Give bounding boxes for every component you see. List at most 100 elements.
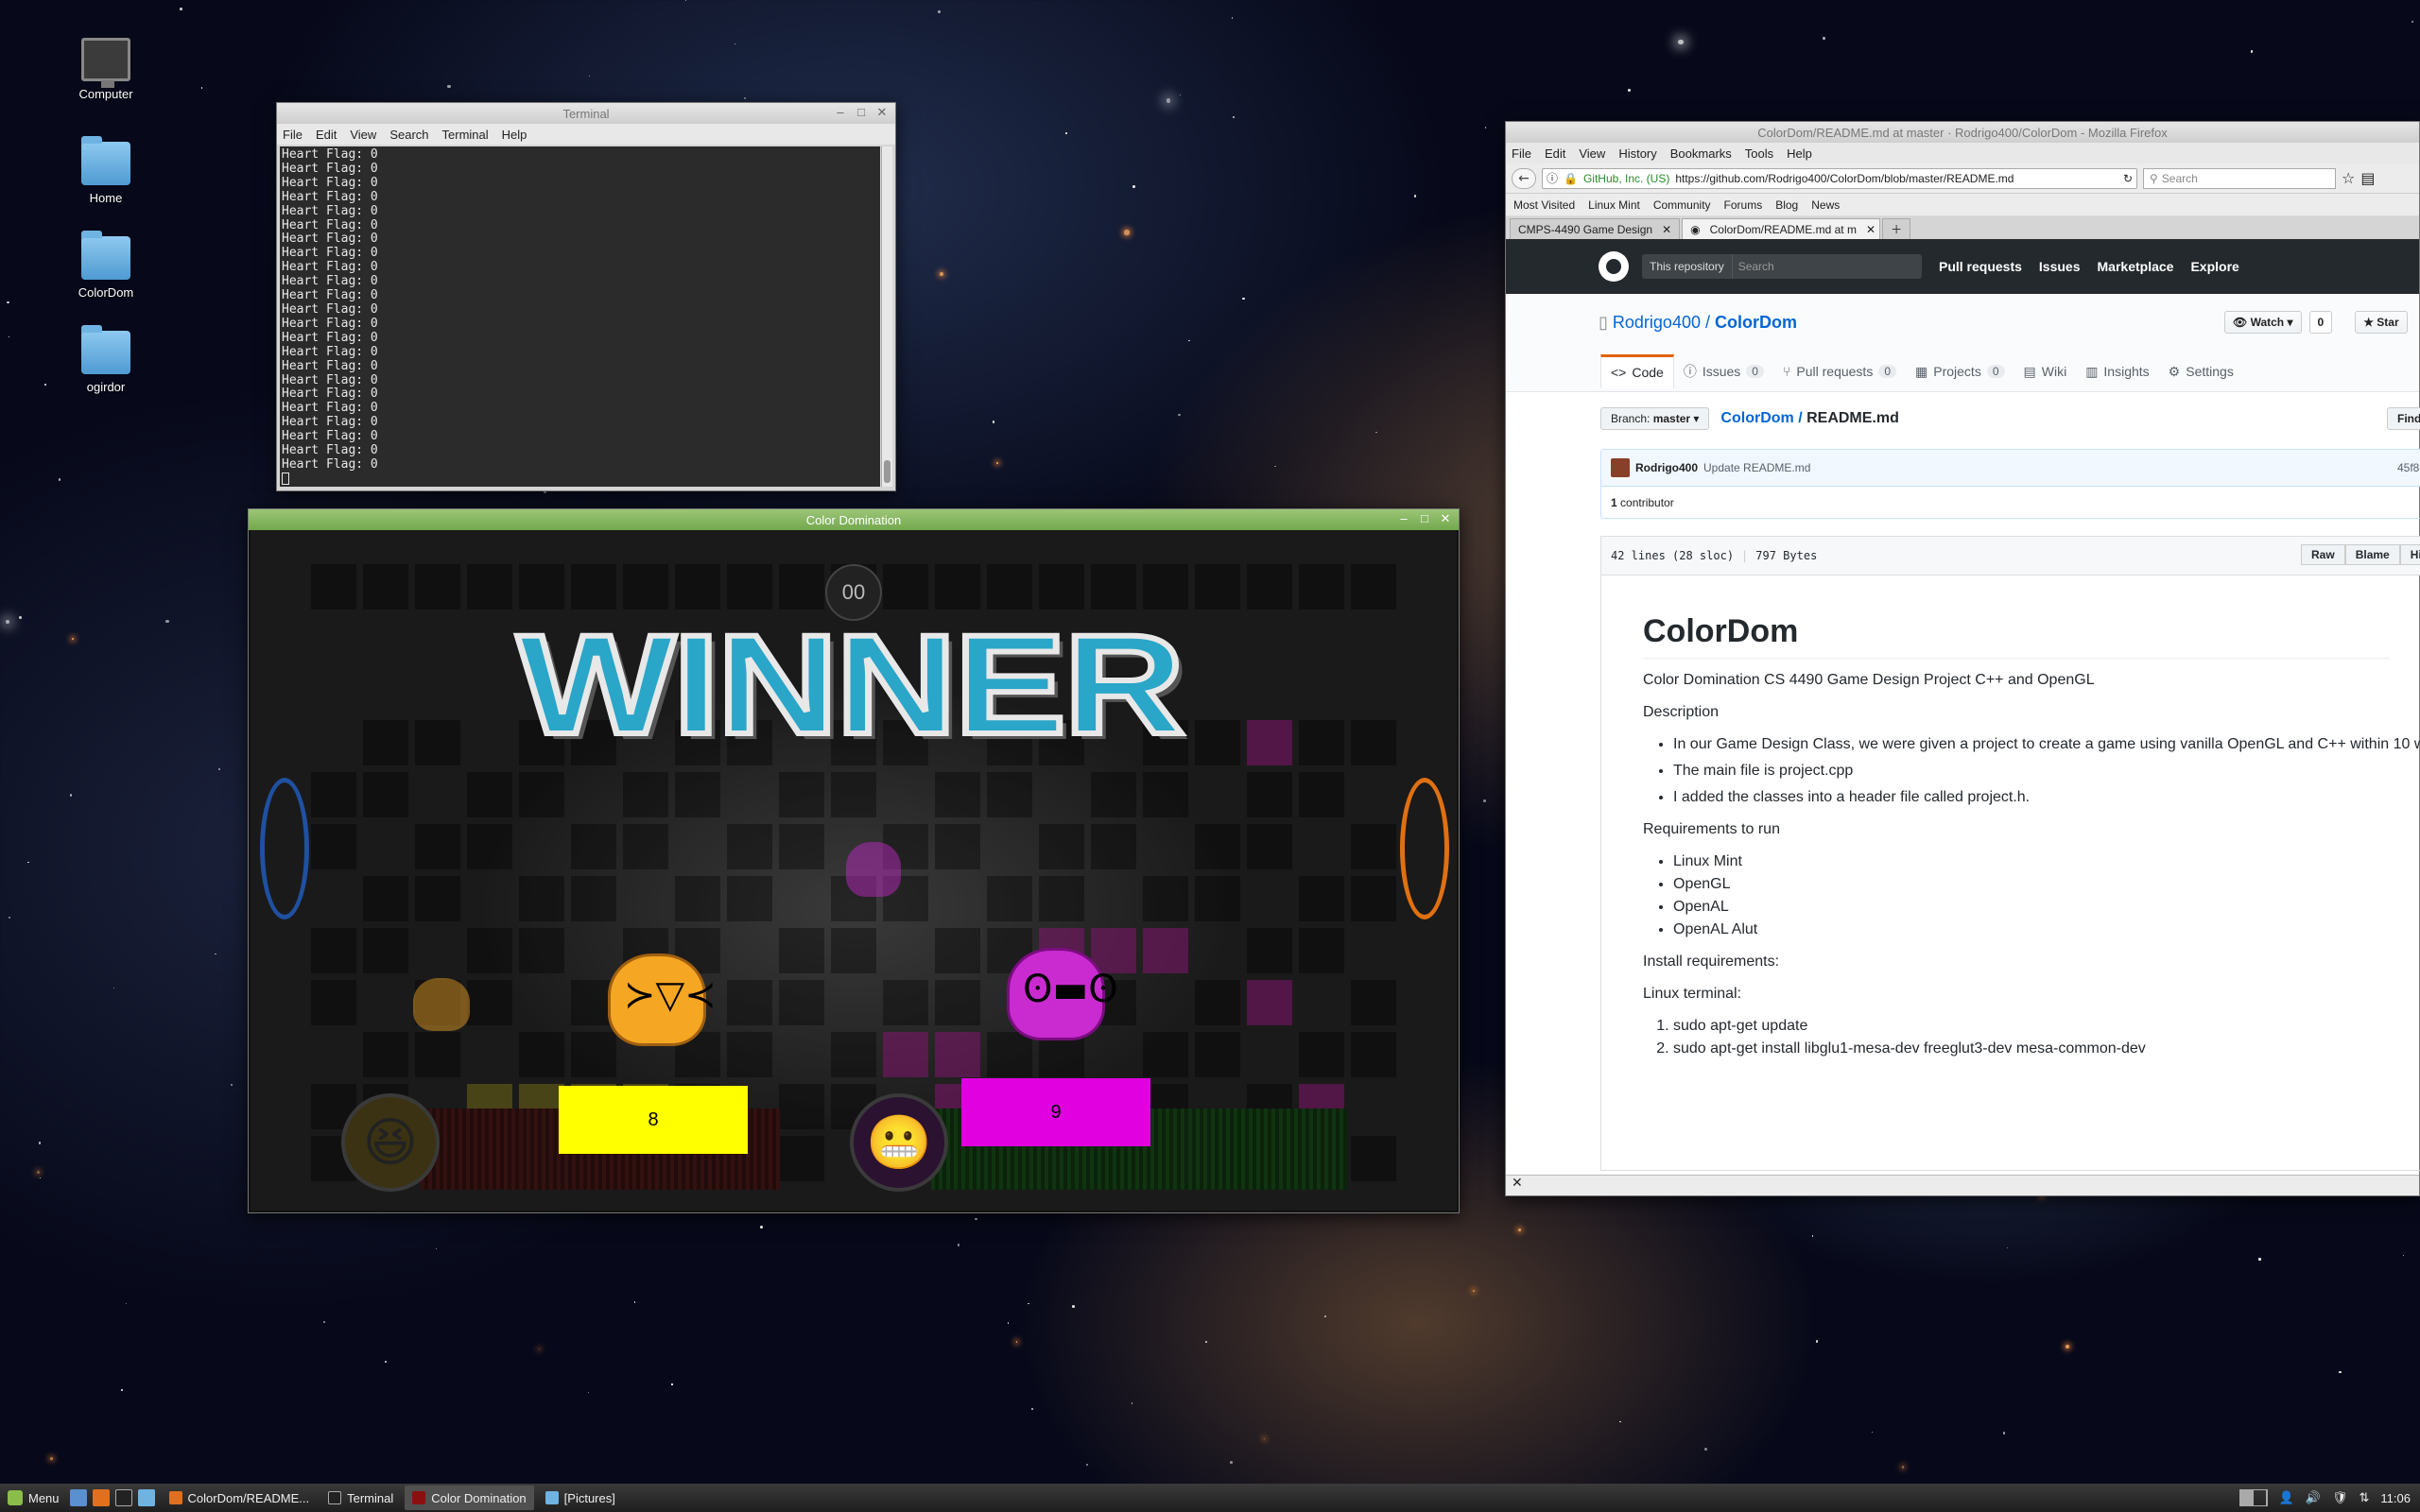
- tab-wiki[interactable]: ▤ Wiki: [2014, 354, 2077, 388]
- star-button[interactable]: ★ Star: [2355, 311, 2408, 334]
- shield-icon[interactable]: 🛡: [2332, 1490, 2348, 1505]
- menu-view[interactable]: View: [350, 128, 376, 142]
- commit-author-link[interactable]: Rodrigo400: [1635, 461, 1698, 474]
- bookmark-news[interactable]: News: [1811, 198, 1840, 212]
- task-color-domination[interactable]: Color Domination: [405, 1486, 534, 1510]
- game-titlebar[interactable]: Color Domination – □ ✕: [249, 509, 1459, 530]
- nav-marketplace[interactable]: Marketplace: [2098, 259, 2174, 274]
- bookmark-blog[interactable]: Blog: [1775, 198, 1798, 212]
- task-firefox[interactable]: ColorDom/README...: [162, 1486, 318, 1510]
- repo-name-link[interactable]: ColorDom: [1715, 313, 1797, 332]
- close-icon[interactable]: ✕: [874, 105, 890, 120]
- menu-file[interactable]: File: [283, 128, 302, 142]
- minimize-icon[interactable]: –: [833, 105, 848, 120]
- blame-button[interactable]: Blame: [2344, 544, 2400, 565]
- network-icon[interactable]: ⇅: [2360, 1490, 2370, 1505]
- find-file-button[interactable]: Find: [2387, 407, 2420, 430]
- menu-view[interactable]: View: [1579, 146, 1605, 161]
- task-terminal[interactable]: Terminal: [320, 1486, 401, 1510]
- nav-pull-requests[interactable]: Pull requests: [1939, 259, 2022, 274]
- start-menu-button[interactable]: Menu: [0, 1490, 67, 1505]
- workspace-switcher[interactable]: [2238, 1489, 2268, 1506]
- url-bar[interactable]: ⓘ 🔒 GitHub, Inc. (US) https://github.com…: [1542, 167, 2137, 189]
- bookmark-community[interactable]: Community: [1653, 198, 1711, 212]
- grid-cell: [779, 928, 824, 973]
- menu-bookmarks[interactable]: Bookmarks: [1670, 146, 1732, 161]
- desktop-icon-colordom[interactable]: ColorDom: [60, 231, 151, 300]
- bookmark-star-icon[interactable]: ☆: [2342, 169, 2355, 187]
- game-window[interactable]: Color Domination – □ ✕ 00 WINNER ≻▽≺ ʘ▬ʘ…: [248, 508, 1460, 1213]
- desktop-icon-computer[interactable]: Computer: [60, 38, 151, 101]
- menu-help[interactable]: Help: [1787, 146, 1812, 161]
- history-button[interactable]: His: [2399, 544, 2420, 565]
- reload-icon[interactable]: ↻: [2123, 172, 2133, 185]
- bookmark-linux-mint[interactable]: Linux Mint: [1588, 198, 1640, 212]
- bookmark-forums[interactable]: Forums: [1724, 198, 1763, 212]
- game-canvas[interactable]: 00 WINNER ≻▽≺ ʘ▬ʘ 😆 😬 8 9: [251, 530, 1457, 1211]
- tab-issues[interactable]: ⓘ Issues 0: [1674, 354, 1773, 388]
- grid-cell: [1247, 824, 1292, 869]
- tab-insights[interactable]: ▥ Insights: [2076, 354, 2158, 388]
- commit-message-link[interactable]: Update README.md: [1703, 461, 1810, 474]
- volume-icon[interactable]: 🔊: [2306, 1490, 2321, 1505]
- web-search-input[interactable]: ⚲ Search: [2143, 167, 2336, 189]
- minimize-icon[interactable]: –: [1396, 511, 1411, 526]
- terminal-launcher-icon[interactable]: [114, 1489, 132, 1506]
- firefox-launcher-icon[interactable]: [92, 1489, 110, 1506]
- nav-explore[interactable]: Explore: [2190, 259, 2238, 274]
- project-icon: ▦: [1915, 363, 1928, 379]
- terminal-titlebar[interactable]: Terminal – □ ✕: [277, 103, 895, 124]
- clock[interactable]: 11:06: [2380, 1491, 2411, 1505]
- menu-help[interactable]: Help: [502, 128, 527, 142]
- desktop-icon-ogirdor[interactable]: ogirdor: [60, 325, 151, 394]
- terminal-output[interactable]: Heart Flag: 0 Heart Flag: 0 Heart Flag: 0H…: [280, 146, 880, 487]
- bookmark-most-visited[interactable]: Most Visited: [1513, 198, 1575, 212]
- reading-list-icon[interactable]: ▤: [2360, 169, 2375, 187]
- tab-projects[interactable]: ▦ Projects 0: [1906, 354, 2014, 388]
- new-tab-button[interactable]: ＋: [1882, 218, 1911, 239]
- repo-owner-link[interactable]: Rodrigo400: [1613, 313, 1701, 332]
- watch-button[interactable]: 👁 Watch ▾: [2224, 311, 2302, 334]
- task-pictures[interactable]: [Pictures]: [538, 1486, 623, 1510]
- menu-tools[interactable]: Tools: [1745, 146, 1773, 161]
- maximize-icon[interactable]: □: [1417, 511, 1432, 526]
- back-icon[interactable]: ←: [1512, 167, 1536, 189]
- lock-icon[interactable]: 🔒: [1564, 172, 1578, 185]
- contributors[interactable]: 1 contributor: [1601, 486, 2420, 518]
- terminal-window[interactable]: Terminal – □ ✕ File Edit View Search Ter…: [276, 102, 896, 491]
- menu-terminal[interactable]: Terminal: [442, 128, 489, 142]
- close-icon[interactable]: ✕: [1662, 223, 1671, 236]
- firefox-window[interactable]: ColorDom/README.md at master · Rodrigo40…: [1505, 121, 2420, 1196]
- tab-readme[interactable]: ◉ ColorDom/README.md at m ✕: [1682, 218, 1881, 239]
- branch-selector[interactable]: Branch: master ▾: [1600, 407, 1710, 430]
- commit-sha[interactable]: 45f85: [2397, 461, 2420, 474]
- user-icon[interactable]: 👤: [2279, 1490, 2294, 1505]
- terminal-scrollbar[interactable]: [881, 146, 892, 487]
- maximize-icon[interactable]: □: [854, 105, 869, 120]
- github-logo-icon[interactable]: [1599, 251, 1629, 282]
- menu-edit[interactable]: Edit: [316, 128, 337, 142]
- raw-button[interactable]: Raw: [2301, 544, 2345, 565]
- search-icon: ⚲: [2150, 171, 2158, 185]
- close-icon[interactable]: ✕: [1438, 511, 1453, 526]
- desktop-icon-home[interactable]: Home: [60, 136, 151, 205]
- avatar[interactable]: [1611, 458, 1630, 477]
- close-icon[interactable]: ✕: [1512, 1176, 1523, 1191]
- menu-search[interactable]: Search: [389, 128, 428, 142]
- menu-edit[interactable]: Edit: [1545, 146, 1565, 161]
- menu-file[interactable]: File: [1512, 146, 1531, 161]
- tab-cmps[interactable]: CMPS-4490 Game Design ✕: [1510, 218, 1681, 239]
- close-icon[interactable]: ✕: [1866, 223, 1876, 236]
- firefox-titlebar[interactable]: ColorDom/README.md at master · Rodrigo40…: [1506, 122, 2419, 143]
- show-desktop-icon[interactable]: [69, 1489, 87, 1506]
- tab-pull-requests[interactable]: ⑂ Pull requests 0: [1773, 354, 1906, 388]
- menu-history[interactable]: History: [1618, 146, 1656, 161]
- breadcrumb-repo-link[interactable]: ColorDom: [1720, 410, 1793, 426]
- tab-code[interactable]: <> Code: [1600, 354, 1674, 388]
- github-search-input[interactable]: This repository Search: [1642, 254, 1922, 279]
- tab-settings[interactable]: ⚙ Settings: [2159, 354, 2243, 388]
- nav-issues[interactable]: Issues: [2039, 259, 2081, 274]
- watch-count[interactable]: 0: [2308, 311, 2333, 334]
- files-launcher-icon[interactable]: [137, 1489, 155, 1506]
- info-icon[interactable]: ⓘ: [1547, 170, 1558, 186]
